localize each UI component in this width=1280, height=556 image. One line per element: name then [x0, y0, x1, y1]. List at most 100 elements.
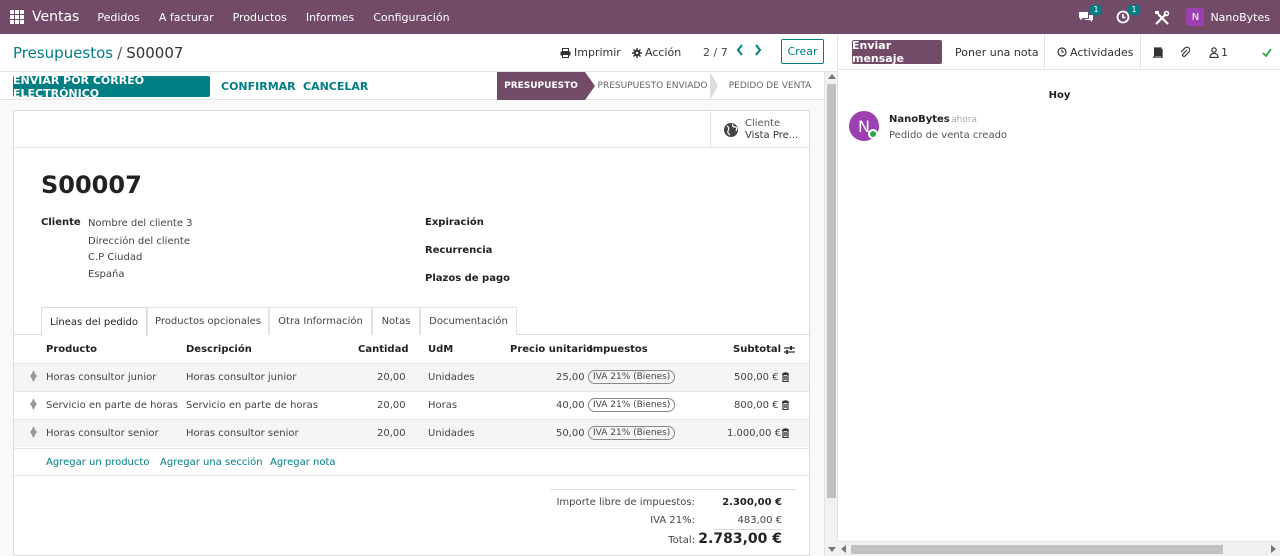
add-note-link[interactable]: Agregar nota	[270, 457, 336, 468]
tools-icon[interactable]	[1154, 10, 1170, 25]
pager-value[interactable]: 2 / 7	[703, 46, 728, 59]
payment-terms-label: Plazos de pago	[425, 273, 510, 284]
customer-country: España	[88, 269, 125, 280]
tab-other-info[interactable]: Otra Información	[269, 307, 372, 335]
row-product: Servicio en parte de horas	[46, 400, 178, 411]
scroll-down-icon[interactable]	[828, 547, 836, 552]
delete-trash-icon[interactable]	[781, 372, 790, 382]
menu-productos[interactable]: Productos	[233, 11, 287, 24]
followers-button[interactable]: 1	[1209, 34, 1228, 70]
drag-handle-icon[interactable]: ▲ ▼	[30, 398, 37, 412]
row-description: Horas consultor senior	[186, 428, 299, 439]
attachment-paperclip-icon[interactable]	[1179, 34, 1190, 70]
follow-check-icon[interactable]	[1262, 34, 1272, 70]
status-presupuesto[interactable]: PRESUPUESTO	[497, 72, 585, 100]
messages-icon[interactable]: 1	[1078, 5, 1102, 24]
date-separator: Hoy	[1048, 90, 1071, 101]
drag-handle-icon[interactable]: ▲ ▼	[30, 370, 37, 384]
menu-informes[interactable]: Informes	[306, 11, 354, 24]
log-note-button[interactable]: Poner una nota	[955, 34, 1039, 70]
cancel-button[interactable]: CANCELAR	[303, 80, 368, 93]
row-quantity: 20,00	[377, 428, 406, 439]
column-header-taxes[interactable]: Impuestos	[589, 344, 648, 355]
messages-badge: 1	[1090, 5, 1102, 15]
untaxed-amount-label: Importe libre de impuestos:	[556, 497, 695, 508]
table-row[interactable]: ▲ ▼ Servicio en parte de horas Servicio e…	[14, 391, 809, 419]
chatter-divider	[1044, 34, 1045, 70]
app-name[interactable]: Ventas	[32, 9, 79, 25]
scroll-left-icon[interactable]	[841, 545, 846, 553]
form-action-bar: ENVIAR POR CORREO ELECTRÓNICO CONFIRMAR …	[0, 72, 824, 100]
activities-clock-icon[interactable]: 1	[1116, 5, 1140, 24]
breadcrumb: Presupuestos / S00007	[13, 44, 183, 62]
scroll-up-icon[interactable]	[828, 74, 836, 79]
action-button[interactable]: Acción	[632, 46, 681, 59]
menu-a-facturar[interactable]: A facturar	[159, 11, 214, 24]
action-label: Acción	[645, 46, 682, 59]
row-uom: Horas	[428, 400, 458, 411]
chatter-horizontal-scrollbar[interactable]	[837, 541, 1280, 556]
recurrence-label: Recurrencia	[425, 245, 493, 256]
column-header-unit-price[interactable]: Precio unitario	[510, 344, 593, 355]
user-icon	[1209, 46, 1219, 58]
add-section-link[interactable]: Agregar una sección	[160, 457, 263, 468]
table-row[interactable]: ▲ ▼ Horas consultor senior Horas consulto…	[14, 419, 809, 447]
column-header-quantity[interactable]: Cantidad	[358, 344, 408, 355]
tab-order-lines[interactable]: Líneas del pedido	[41, 307, 147, 336]
tab-notes[interactable]: Notas	[372, 307, 420, 335]
customer-preview-text: Cliente Vista Pre...	[745, 118, 798, 142]
confirm-button[interactable]: CONFIRMAR	[221, 80, 296, 93]
pager-previous-icon[interactable]	[736, 44, 746, 58]
tab-documentation[interactable]: Documentación	[420, 307, 517, 335]
tax-amount-label: IVA 21%:	[650, 515, 695, 526]
customer-name[interactable]: Nombre del cliente 3	[88, 218, 193, 229]
form-vertical-scrollbar[interactable]	[824, 72, 837, 556]
activities-badge: 1	[1128, 5, 1140, 15]
send-email-button[interactable]: ENVIAR POR CORREO ELECTRÓNICO	[13, 74, 210, 100]
customer-preview-button[interactable]: Cliente Vista Pre...	[710, 111, 809, 148]
form-sheet: Cliente Vista Pre... S00007 Cliente Nomb…	[13, 110, 810, 556]
message-author[interactable]: NanoBytes	[889, 114, 950, 125]
column-header-product[interactable]: Producto	[46, 344, 97, 355]
row-tax-tag: IVA 21% (Bienes)	[588, 370, 676, 384]
customer-city: C.P Ciudad	[88, 252, 143, 263]
globe-icon	[724, 122, 738, 137]
delete-trash-icon[interactable]	[781, 428, 790, 438]
send-message-button[interactable]: Enviar mensaje	[852, 39, 942, 65]
user-avatar[interactable]: N	[1186, 8, 1205, 26]
tab-optional-products[interactable]: Productos opcionales	[147, 307, 269, 335]
status-arrow	[710, 72, 718, 100]
apps-menu-icon[interactable]	[10, 10, 24, 24]
print-button[interactable]: Imprimir	[560, 46, 621, 59]
scroll-right-icon[interactable]	[1271, 545, 1276, 553]
activities-button[interactable]: Actividades	[1057, 34, 1134, 70]
book-icon[interactable]	[1153, 34, 1163, 70]
status-pedido-de-venta[interactable]: PEDIDO DE VENTA	[720, 72, 820, 100]
menu-pedidos[interactable]: Pedidos	[97, 11, 140, 24]
activities-label: Actividades	[1070, 45, 1134, 59]
pager-next-icon[interactable]	[754, 44, 764, 58]
column-header-description[interactable]: Descripción	[186, 344, 252, 355]
message-time: - ahora	[945, 115, 978, 125]
table-row[interactable]: ▲ ▼ Horas consultor junior Horas consulto…	[14, 363, 809, 391]
printer-icon	[560, 47, 571, 58]
followers-count: 1	[1221, 45, 1228, 59]
clock-icon	[1057, 47, 1067, 57]
column-header-uom[interactable]: UdM	[428, 344, 453, 355]
optional-columns-icon[interactable]	[784, 345, 795, 355]
status-presupuesto-enviado[interactable]: PRESUPUESTO ENVIADO	[595, 72, 710, 100]
scrollbar-thumb[interactable]	[827, 84, 836, 498]
chatter-panel: Enviar mensaje Poner una nota Actividade…	[837, 34, 1280, 556]
menu-configuracion[interactable]: Configuración	[373, 11, 449, 24]
user-name[interactable]: NanoBytes	[1210, 11, 1270, 24]
delete-trash-icon[interactable]	[781, 400, 790, 410]
add-line-row: Agregar un producto Agregar una sección …	[14, 448, 809, 476]
untaxed-amount-value: 2.300,00 €	[722, 497, 782, 508]
scrollbar-thumb[interactable]	[851, 545, 1223, 554]
customer-address: Dirección del cliente	[88, 236, 191, 247]
breadcrumb-presupuestos[interactable]: Presupuestos	[13, 44, 113, 62]
create-button[interactable]: Crear	[781, 39, 824, 64]
column-header-subtotal[interactable]: Subtotal	[733, 344, 781, 355]
add-product-link[interactable]: Agregar un producto	[46, 457, 149, 468]
drag-handle-icon[interactable]: ▲ ▼	[30, 426, 37, 440]
